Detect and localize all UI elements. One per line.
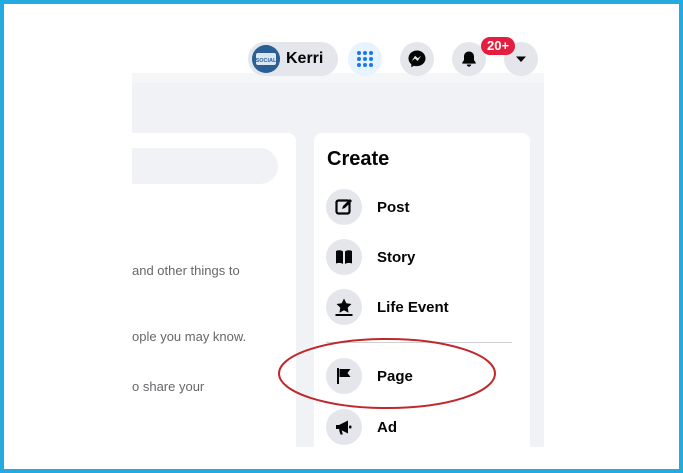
caret-down-icon [516,56,526,62]
create-life-event-item[interactable]: Life Event [326,287,449,327]
notification-badge: 20+ [481,37,516,55]
left-content-panel: and other things to ople you may know. o… [132,133,296,447]
profile-button[interactable]: SOCIAL Kerri [248,42,338,76]
subheader-strip [132,73,544,83]
create-ad-item[interactable]: Ad [326,407,397,447]
megaphone-icon [326,409,362,445]
bell-icon [462,51,476,67]
screenshot-frame: SOCIAL Kerri 20+ and other things to opl… [0,0,683,473]
messenger-button[interactable] [400,42,434,76]
grid-menu-icon [357,51,373,67]
hint-text: o share your [132,379,205,394]
profile-name: Kerri [286,50,324,67]
compose-icon [326,189,362,225]
hint-text: ople you may know. [132,329,247,344]
book-icon [326,239,362,275]
star-icon [326,289,362,325]
menu-button[interactable] [348,42,382,76]
social-avatar-icon: SOCIAL [252,45,280,73]
create-post-item[interactable]: Post [326,187,410,227]
create-item-label: Post [377,198,410,216]
create-item-label: Ad [377,418,397,436]
create-menu-title: Create [327,148,390,170]
hint-text: and other things to [132,263,240,278]
create-item-label: Life Event [377,298,449,316]
avatar: SOCIAL [252,45,280,73]
avatar-text: SOCIAL [256,58,277,64]
search-bar[interactable] [132,148,278,184]
messenger-icon [408,50,426,68]
create-story-item[interactable]: Story [326,237,415,277]
highlight-ellipse [278,338,496,409]
create-item-label: Story [377,248,416,266]
